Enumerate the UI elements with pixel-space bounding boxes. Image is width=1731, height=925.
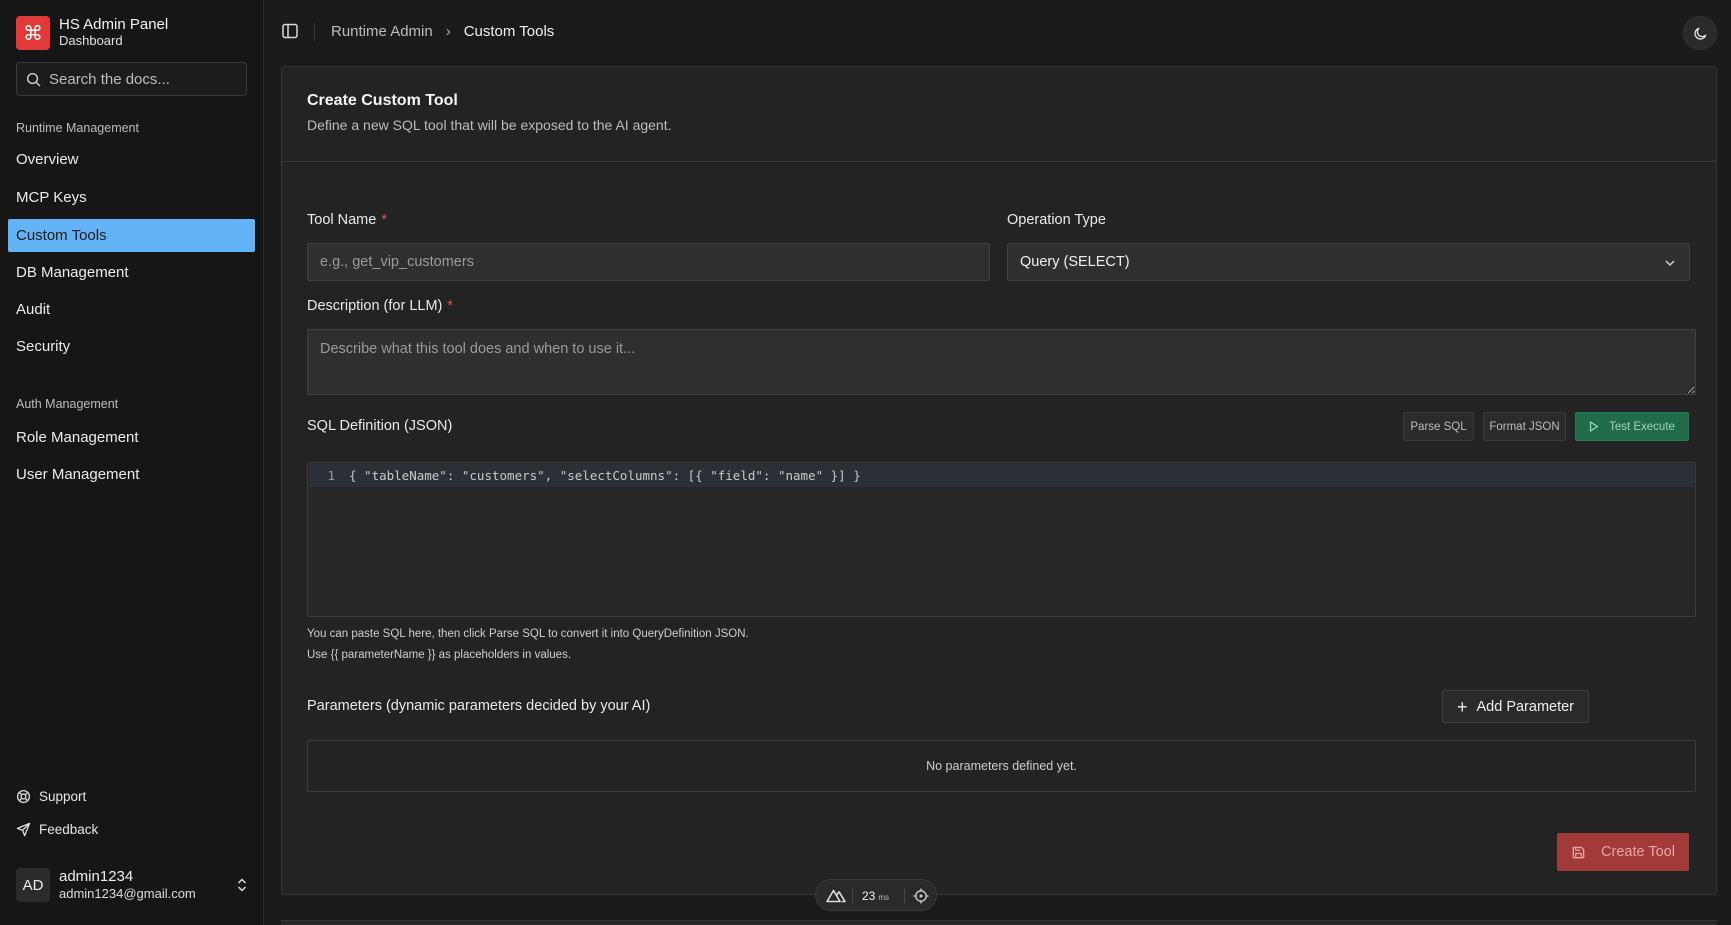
required-mark: * xyxy=(447,298,454,314)
description-label-text: Description (for LLM) xyxy=(307,298,443,314)
section-auth-management: Auth Management xyxy=(16,397,119,411)
add-parameter-button[interactable]: + Add Parameter xyxy=(1442,690,1589,723)
add-parameter-label: Add Parameter xyxy=(1476,698,1575,715)
page-description: Define a new SQL tool that will be expos… xyxy=(307,117,672,133)
support-link[interactable]: Support xyxy=(16,789,86,804)
search-input[interactable] xyxy=(49,70,239,88)
save-icon xyxy=(1572,846,1585,858)
moon-icon xyxy=(1693,27,1706,40)
sidebar: ⌘ HS Admin Panel Dashboard Runtime Manag… xyxy=(0,0,264,925)
render-time: 23 ms xyxy=(862,889,889,903)
tool-name-input[interactable] xyxy=(307,243,990,281)
avatar: AD xyxy=(16,868,50,902)
parameters-label: Parameters (dynamic parameters decided b… xyxy=(307,698,651,714)
brand[interactable]: ⌘ HS Admin Panel Dashboard xyxy=(16,16,168,50)
feedback-label: Feedback xyxy=(39,822,99,837)
sidebar-item-overview[interactable]: Overview xyxy=(8,143,255,176)
editor-code[interactable]: { "tableName": "customers", "selectColum… xyxy=(349,468,861,483)
theme-toggle-button[interactable] xyxy=(1683,16,1717,50)
devtools-pill[interactable]: 23 ms xyxy=(815,879,937,911)
operation-type-label: Operation Type xyxy=(1007,212,1106,228)
description-textarea[interactable] xyxy=(307,329,1696,395)
sql-definition-label: SQL Definition (JSON) xyxy=(307,418,453,434)
sidebar-item-mcp-keys[interactable]: MCP Keys xyxy=(8,181,255,214)
feedback-link[interactable]: Feedback xyxy=(16,822,98,837)
sql-json-editor[interactable]: 1 { "tableName": "customers", "selectCol… xyxy=(307,462,1696,617)
user-email: admin1234@gmail.com xyxy=(59,886,196,901)
top-header: Runtime Admin › Custom Tools xyxy=(265,0,1731,64)
brand-subtitle: Dashboard xyxy=(59,33,123,48)
render-time-value: 23 xyxy=(862,889,876,903)
operation-type-select[interactable]: Query (SELECT) xyxy=(1007,243,1690,281)
required-mark: * xyxy=(381,212,387,228)
parse-sql-button[interactable]: Parse SQL xyxy=(1403,412,1474,441)
format-json-button[interactable]: Format JSON xyxy=(1483,412,1566,441)
lifebuoy-icon xyxy=(16,789,31,804)
search-icon xyxy=(26,72,41,86)
description-label: Description (for LLM) * xyxy=(307,298,453,314)
breadcrumb-separator-icon: › xyxy=(445,23,451,40)
user-name: admin1234 xyxy=(59,868,134,885)
header-divider xyxy=(314,23,315,41)
sql-hint-placeholders: Use {{ parameterName }} as placeholders … xyxy=(307,649,572,661)
test-execute-button[interactable]: Test Execute xyxy=(1575,412,1689,441)
sidebar-item-role-management[interactable]: Role Management xyxy=(8,421,255,454)
breadcrumb: Runtime Admin › Custom Tools xyxy=(331,23,554,40)
sidebar-toggle-icon[interactable] xyxy=(281,22,299,40)
sidebar-item-db-management[interactable]: DB Management xyxy=(8,256,255,289)
render-time-unit: ms xyxy=(878,893,890,902)
pill-divider xyxy=(904,889,905,903)
sidebar-item-audit[interactable]: Audit xyxy=(8,293,255,326)
line-number: 1 xyxy=(327,468,335,483)
create-tool-button[interactable]: Create Tool xyxy=(1557,833,1689,871)
parameters-empty-state: No parameters defined yet. xyxy=(307,740,1696,792)
sidebar-item-user-management[interactable]: User Management xyxy=(8,458,255,491)
tool-name-label: Tool Name * xyxy=(307,212,387,228)
bottom-panel-edge xyxy=(281,920,1717,925)
search-box[interactable] xyxy=(16,62,247,96)
breadcrumb-custom-tools: Custom Tools xyxy=(463,23,555,40)
plus-icon: + xyxy=(1456,696,1468,717)
crosshair-icon[interactable] xyxy=(913,888,929,904)
play-icon xyxy=(1589,421,1599,432)
app-root: ⌘ HS Admin Panel Dashboard Runtime Manag… xyxy=(0,0,1731,925)
user-menu[interactable]: AD admin1234 admin1234@gmail.com xyxy=(16,868,248,902)
command-logo-icon: ⌘ xyxy=(16,16,50,50)
operation-type-value: Query (SELECT) xyxy=(1020,254,1130,270)
breadcrumb-runtime-admin[interactable]: Runtime Admin xyxy=(331,23,433,40)
nuxt-logo-icon xyxy=(826,889,846,903)
chevron-down-icon xyxy=(1665,260,1675,267)
tool-name-label-text: Tool Name xyxy=(307,212,377,228)
empty-parameters-text: No parameters defined yet. xyxy=(926,759,1077,773)
editor-line: 1 { "tableName": "customers", "selectCol… xyxy=(309,464,1694,487)
sidebar-item-custom-tools[interactable]: Custom Tools xyxy=(8,219,255,252)
brand-title: HS Admin Panel xyxy=(59,16,169,33)
sidebar-item-security[interactable]: Security xyxy=(8,330,255,363)
card-header: Create Custom Tool Define a new SQL tool… xyxy=(282,67,1716,162)
pill-divider xyxy=(852,889,853,903)
test-execute-label: Test Execute xyxy=(1609,420,1675,433)
create-tool-card: Create Custom Tool Define a new SQL tool… xyxy=(281,66,1717,895)
support-label: Support xyxy=(39,789,87,804)
section-runtime-management: Runtime Management xyxy=(16,121,139,135)
sql-hint-parse: You can paste SQL here, then click Parse… xyxy=(307,628,749,640)
chevrons-up-down-icon xyxy=(237,878,247,892)
page-title: Create Custom Tool xyxy=(307,92,458,109)
create-tool-label: Create Tool xyxy=(1601,844,1675,860)
send-icon xyxy=(16,822,31,837)
